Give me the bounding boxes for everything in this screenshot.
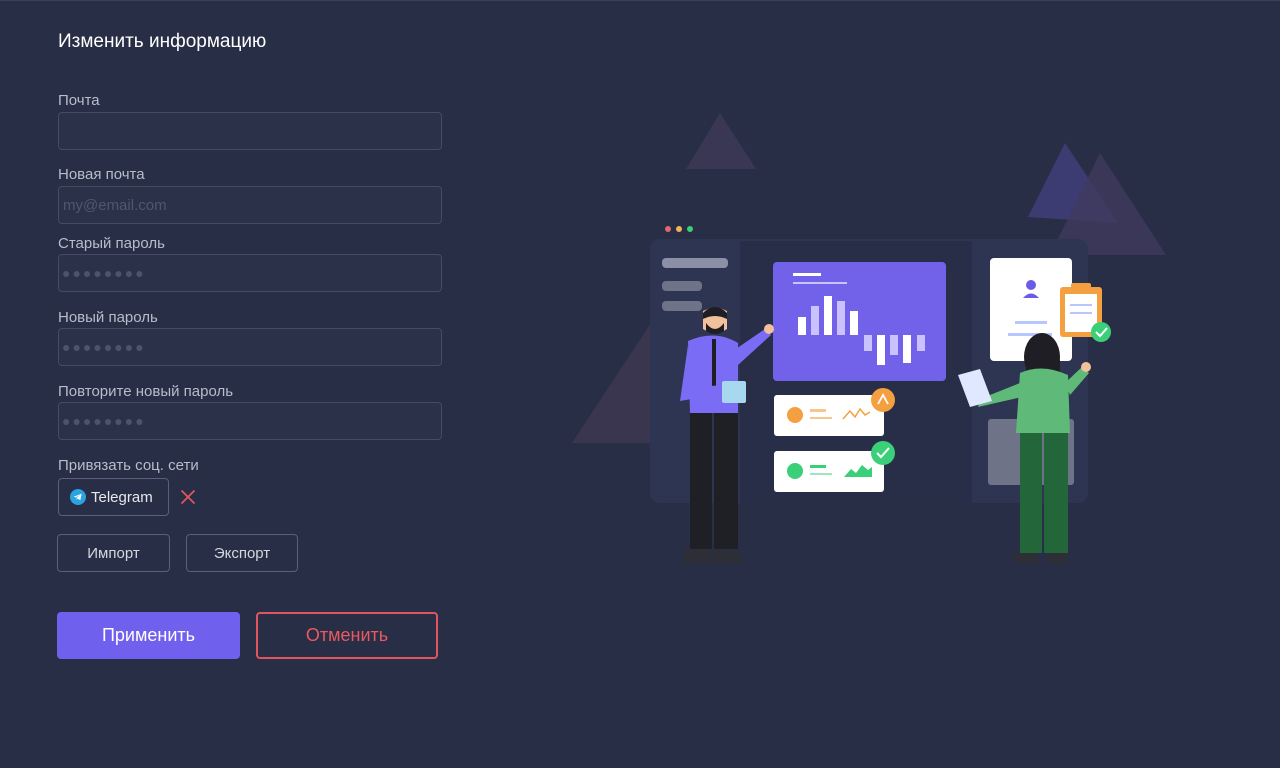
new-email-field[interactable]	[58, 186, 442, 224]
page-title: Изменить информацию	[58, 31, 267, 52]
import-button[interactable]: Импорт	[57, 534, 170, 572]
telegram-icon	[70, 489, 86, 505]
window-dot	[687, 226, 693, 232]
old-password-field[interactable]	[58, 254, 442, 292]
window-dot	[665, 226, 671, 232]
cancel-button[interactable]: Отменить	[256, 612, 438, 659]
profile-line	[1015, 321, 1047, 324]
team-dashboard-illustration	[572, 113, 1166, 563]
old-password-label: Старый пароль	[58, 235, 165, 252]
repeat-password-label: Повторите новый пароль	[58, 383, 234, 400]
email-field[interactable]	[58, 112, 442, 150]
sidebar-placeholder	[662, 258, 728, 268]
card-line	[793, 282, 847, 284]
edit-info-page: Изменить информацию Почта Новая почта Ст…	[0, 0, 1280, 768]
export-button[interactable]: Экспорт	[186, 534, 298, 572]
sidebar-placeholder	[662, 281, 702, 291]
telegram-label: Telegram	[91, 488, 153, 506]
refresh-icon	[871, 388, 895, 412]
apply-button[interactable]: Применить	[57, 612, 240, 659]
telegram-button[interactable]: Telegram	[58, 478, 169, 516]
clipboard-line	[1070, 304, 1092, 306]
stat-dot	[787, 463, 803, 479]
stat-line	[810, 409, 826, 412]
clipboard-clip	[1071, 283, 1091, 291]
email-label: Почта	[58, 92, 100, 109]
card-line	[793, 273, 821, 276]
window-dot	[676, 226, 682, 232]
new-email-label: Новая почта	[58, 166, 145, 183]
stat-line	[810, 473, 832, 475]
check-icon	[1091, 322, 1111, 342]
user-icon	[1026, 280, 1036, 290]
repeat-password-field[interactable]	[58, 402, 442, 440]
close-icon[interactable]	[180, 489, 196, 505]
new-password-field[interactable]	[58, 328, 442, 366]
stat-line	[810, 417, 832, 419]
social-label: Привязать соц. сети	[58, 457, 199, 474]
bg-triangle	[686, 113, 756, 169]
stat-line	[810, 465, 826, 468]
check-icon	[871, 441, 895, 465]
clipboard-line	[1070, 312, 1092, 314]
new-password-label: Новый пароль	[58, 309, 158, 326]
stat-dot	[787, 407, 803, 423]
sidebar-placeholder	[662, 301, 702, 311]
